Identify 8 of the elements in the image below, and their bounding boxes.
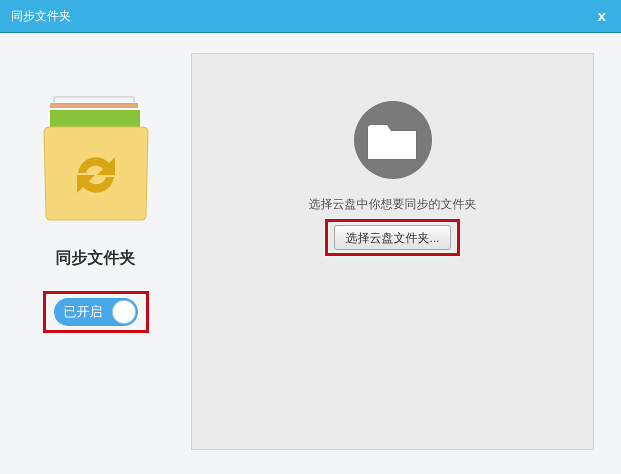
choose-folder-button[interactable]: 选择云盘文件夹... <box>334 225 450 250</box>
close-button[interactable]: x <box>594 8 610 24</box>
toggle-switch[interactable]: 已开启 <box>54 298 138 326</box>
window-title: 同步文件夹 <box>11 8 71 25</box>
prompt-text: 选择云盘中你想要同步的文件夹 <box>308 196 476 213</box>
toggle-knob <box>112 300 136 324</box>
feature-title: 同步文件夹 <box>56 248 136 269</box>
folder-icon <box>354 101 432 179</box>
